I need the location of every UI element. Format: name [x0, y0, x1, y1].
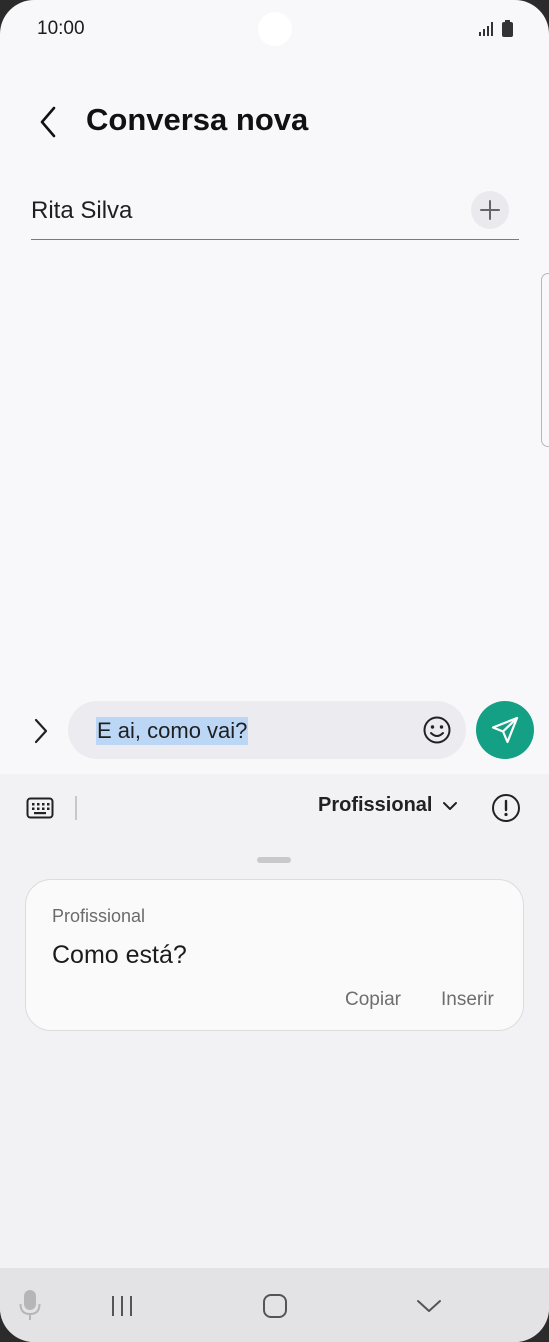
hide-keyboard-button[interactable]: [412, 1292, 446, 1320]
send-icon: [491, 716, 519, 744]
back-button[interactable]: [28, 100, 68, 144]
info-button[interactable]: [490, 792, 522, 824]
send-button[interactable]: [476, 701, 534, 759]
signal-icon: [478, 21, 493, 36]
front-camera: [258, 12, 292, 46]
page-title: Conversa nova: [86, 102, 309, 137]
plus-icon: [480, 200, 500, 220]
copy-button[interactable]: Copiar: [345, 989, 401, 1011]
chevron-right-icon: [34, 718, 48, 744]
toolbar-divider: [75, 796, 77, 820]
exclamation-circle-icon: [492, 794, 520, 822]
tone-dropdown[interactable]: Profissional: [318, 794, 458, 817]
voice-input-button[interactable]: [14, 1288, 46, 1322]
app-header: Conversa nova: [0, 92, 549, 152]
suggestion-text: Como está?: [52, 941, 187, 969]
home-icon: [263, 1294, 287, 1318]
message-text[interactable]: E ai, como vai?: [96, 717, 249, 745]
recipient-field[interactable]: Rita Silva: [31, 188, 519, 240]
add-recipient-button[interactable]: [471, 191, 509, 229]
message-composer: E ai, como vai?: [0, 700, 549, 762]
emoji-button[interactable]: [420, 713, 454, 747]
microphone-icon: [19, 1290, 41, 1320]
message-input[interactable]: E ai, como vai?: [68, 701, 466, 759]
battery-icon: [502, 20, 513, 38]
recents-icon: [112, 1296, 132, 1316]
writing-assist-panel: Profissional Profissional Como está? Cop…: [0, 774, 549, 1270]
recipient-name: Rita Silva: [31, 197, 133, 224]
keyboard-icon: [26, 797, 54, 819]
status-icons: [478, 20, 513, 38]
status-time: 10:00: [37, 18, 85, 39]
edge-panel-handle[interactable]: [541, 273, 549, 447]
chevron-down-icon: [417, 1300, 441, 1312]
status-bar: 10:00: [0, 0, 549, 58]
assist-toolbar: Profissional: [0, 774, 549, 842]
expand-options-button[interactable]: [24, 711, 58, 751]
recents-button[interactable]: [104, 1292, 140, 1320]
emoji-icon: [423, 716, 451, 744]
chevron-down-icon: [443, 801, 458, 810]
navigation-bar: [0, 1268, 549, 1342]
suggestion-tone: Profissional: [52, 906, 146, 926]
keyboard-button[interactable]: [24, 792, 56, 824]
suggestion-card: Profissional Como está? Copiar Inserir: [25, 879, 524, 1031]
phone-screen: 10:00 Conversa nova Rita Silva E ai, com…: [0, 0, 549, 1342]
home-button[interactable]: [258, 1290, 292, 1322]
panel-drag-handle[interactable]: [257, 857, 291, 863]
back-arrow-icon: [40, 106, 56, 138]
insert-button[interactable]: Inserir: [441, 989, 494, 1011]
tone-selected-label: Profissional: [318, 794, 433, 816]
